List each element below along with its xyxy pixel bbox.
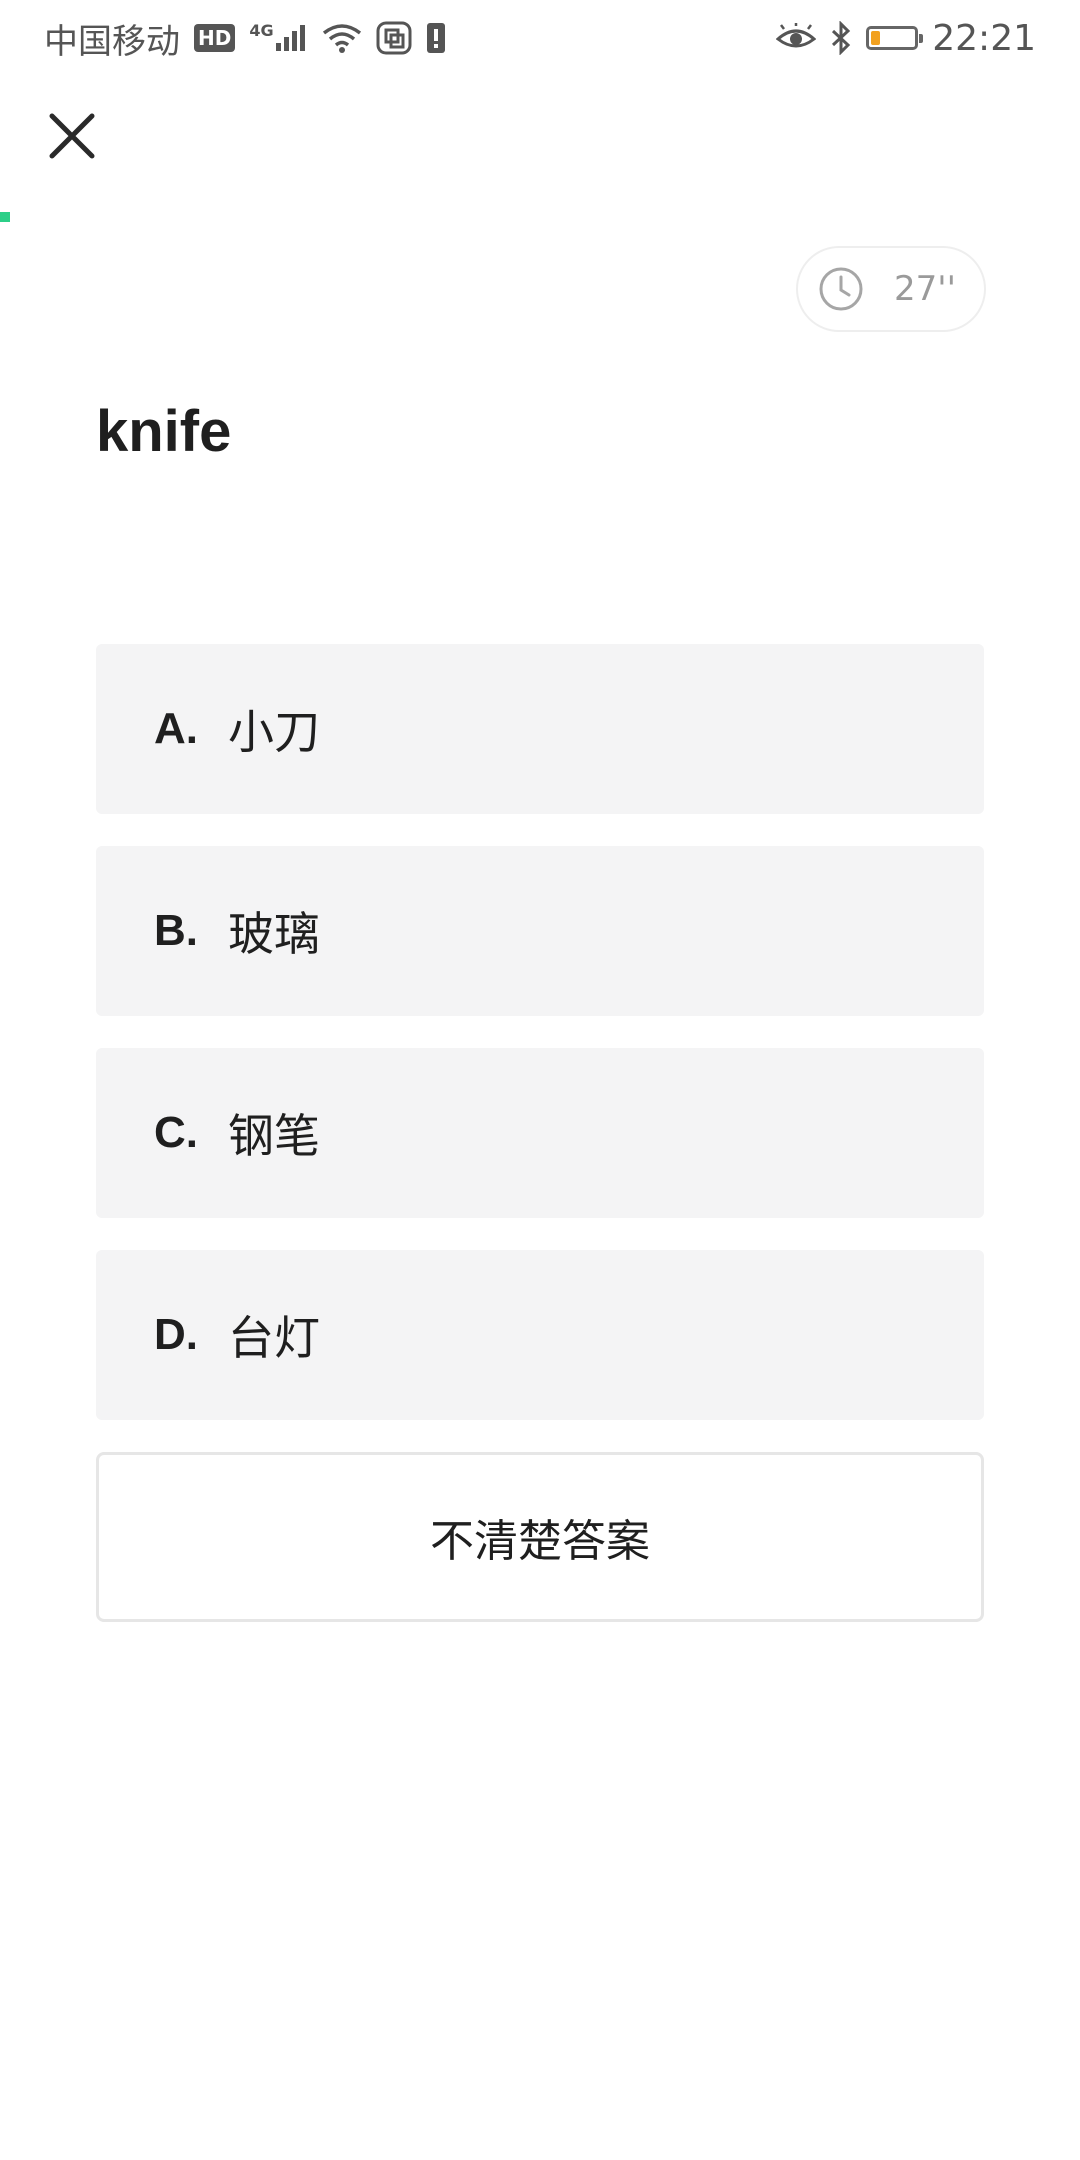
progress-indicator bbox=[0, 212, 10, 222]
timer-value: 27'' bbox=[894, 269, 956, 309]
battery-icon bbox=[866, 26, 924, 50]
status-bar: 中国移动 HD 4G 22:21 bbox=[0, 0, 1080, 76]
option-a[interactable]: A. 小刀 bbox=[96, 644, 984, 814]
option-text: 小刀 bbox=[228, 705, 320, 759]
timer-badge: 27'' bbox=[796, 246, 986, 332]
option-b[interactable]: B. 玻璃 bbox=[96, 846, 984, 1016]
wifi-icon bbox=[322, 23, 362, 53]
option-text: 钢笔 bbox=[228, 1109, 320, 1163]
clock-time: 22:21 bbox=[932, 17, 1036, 59]
close-icon bbox=[49, 113, 95, 159]
option-c[interactable]: C. 钢笔 bbox=[96, 1048, 984, 1218]
clock-icon bbox=[819, 267, 863, 311]
answer-options: A. 小刀 B. 玻璃 C. 钢笔 D. 台灯 bbox=[96, 644, 984, 1452]
option-d[interactable]: D. 台灯 bbox=[96, 1250, 984, 1420]
network-type: 4G bbox=[249, 21, 274, 40]
option-text: 玻璃 bbox=[228, 907, 320, 961]
option-text: 台灯 bbox=[228, 1311, 320, 1365]
option-letter: D. bbox=[154, 1310, 198, 1359]
carrier-label: 中国移动 bbox=[44, 21, 180, 62]
option-letter: A. bbox=[154, 704, 198, 753]
question-word: knife bbox=[96, 399, 232, 464]
battery-level bbox=[871, 31, 881, 45]
eye-comfort-icon bbox=[776, 23, 817, 53]
option-letter: B. bbox=[154, 906, 198, 955]
screen-mirror-icon bbox=[376, 21, 412, 55]
option-letter: C. bbox=[154, 1108, 198, 1157]
status-right: 22:21 bbox=[776, 18, 1036, 59]
status-left: 中国移动 HD 4G bbox=[44, 14, 446, 63]
hd-icon: HD bbox=[194, 24, 236, 52]
alert-icon bbox=[426, 21, 446, 55]
close-button[interactable] bbox=[40, 104, 104, 168]
signal-icon: 4G bbox=[249, 23, 307, 53]
bluetooth-icon bbox=[830, 21, 852, 55]
unsure-answer-button[interactable]: 不清楚答案 bbox=[96, 1452, 984, 1622]
